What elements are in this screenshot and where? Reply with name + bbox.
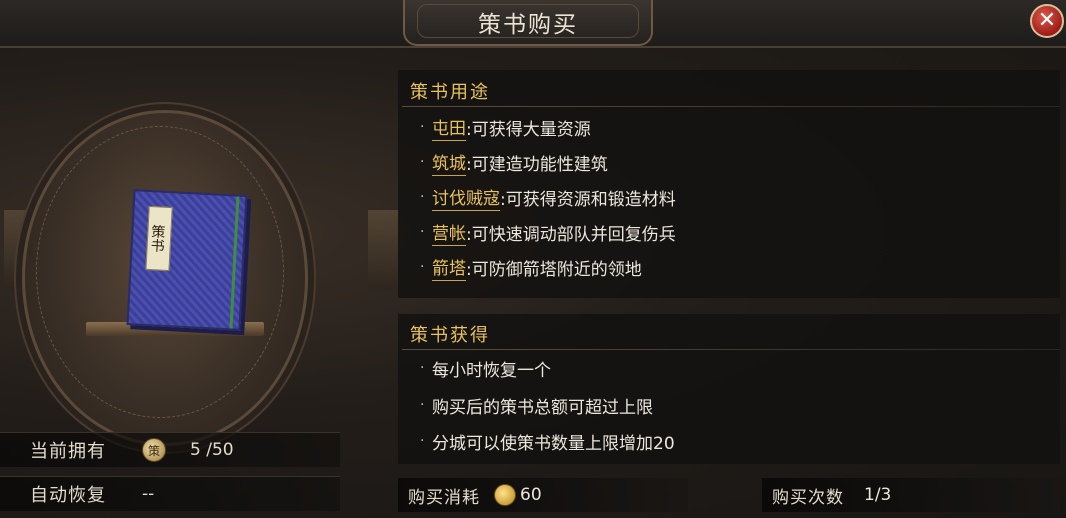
close-button[interactable]: ✕	[1030, 4, 1064, 38]
use-item-taofa: · 讨伐贼寇 :可获得资源和锻造材料	[420, 183, 676, 211]
bullet: ·	[420, 259, 425, 275]
gold-coin-icon	[494, 484, 516, 506]
bullet: ·	[420, 433, 425, 449]
strategy-book-icon: 策书	[126, 189, 248, 331]
use-item-tuntian: · 屯田 :可获得大量资源	[420, 113, 591, 141]
use-keyword[interactable]: 讨伐贼寇	[432, 184, 500, 211]
use-keyword[interactable]: 屯田	[432, 114, 466, 141]
obtain-title: 策书获得	[410, 325, 490, 346]
bullet: ·	[420, 397, 425, 413]
use-text: :可防御箭塔附近的领地	[466, 259, 642, 280]
owned-row: 当前拥有 策 5 /50	[0, 432, 340, 467]
window-title: 策书购买	[478, 12, 578, 38]
obtain-item: · 分城可以使策书数量上限增加20	[420, 427, 675, 455]
obtain-text: 购买后的策书总额可超过上限	[432, 397, 653, 418]
count-value: 1/3	[864, 485, 892, 505]
use-text: :可获得大量资源	[466, 119, 591, 140]
obtain-item: · 购买后的策书总额可超过上限	[420, 391, 653, 419]
use-keyword[interactable]: 箭塔	[432, 254, 466, 281]
use-text: :可建造功能性建筑	[466, 154, 608, 175]
use-item-zhucheng: · 筑城 :可建造功能性建筑	[420, 148, 608, 176]
bullet: ·	[420, 189, 425, 205]
use-item-jianta: · 箭塔 :可防御箭塔附近的领地	[420, 253, 642, 281]
book-label: 策书	[145, 205, 173, 272]
cost-value: 60	[520, 485, 542, 505]
uses-title: 策书用途	[410, 82, 490, 103]
bullet: ·	[420, 119, 425, 135]
torch-decoration-right	[368, 210, 398, 290]
use-text: :可获得资源和锻造材料	[500, 189, 676, 210]
obtain-divider	[402, 349, 1060, 350]
recover-value: --	[142, 484, 155, 504]
bullet: ·	[420, 154, 425, 170]
book-spine	[229, 196, 240, 329]
recover-row: 自动恢复 --	[0, 476, 340, 511]
owned-value: 5 /50	[190, 440, 234, 460]
uses-divider	[402, 106, 1060, 107]
bullet: ·	[420, 360, 425, 376]
obtain-text: 分城可以使策书数量上限增加20	[432, 433, 675, 454]
use-keyword[interactable]: 筑城	[432, 149, 466, 176]
use-text: :可快速调动部队并回复伤兵	[466, 224, 676, 245]
strategy-coin-icon: 策	[142, 438, 166, 462]
owned-label: 当前拥有	[30, 441, 106, 462]
bullet: ·	[420, 224, 425, 240]
obtain-item: · 每小时恢复一个	[420, 354, 551, 382]
use-item-yingzhang: · 营帐 :可快速调动部队并回复伤兵	[420, 218, 676, 246]
recover-label: 自动恢复	[30, 485, 106, 506]
obtain-text: 每小时恢复一个	[432, 360, 551, 381]
title-plate: 策书购买	[403, 0, 653, 46]
count-label: 购买次数	[772, 487, 844, 508]
use-keyword[interactable]: 营帐	[432, 219, 466, 246]
cost-label: 购买消耗	[408, 487, 480, 508]
cost-cell: 购买消耗 60	[398, 478, 688, 512]
close-icon: ✕	[1037, 8, 1057, 33]
count-cell: 购买次数 1/3	[762, 478, 1060, 512]
